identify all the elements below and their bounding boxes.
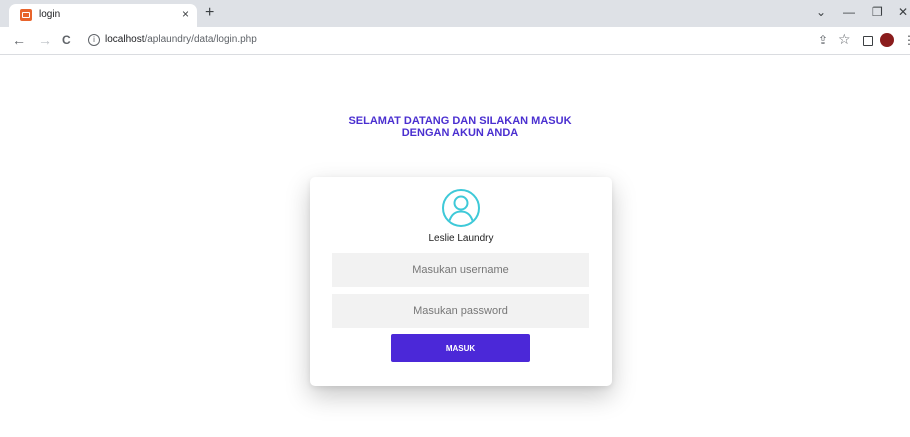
- close-window-icon[interactable]: ✕: [898, 5, 908, 19]
- site-info-icon[interactable]: i: [88, 34, 100, 46]
- menu-icon[interactable]: ⋮: [903, 32, 910, 48]
- share-icon[interactable]: ⇪: [818, 32, 828, 48]
- login-button[interactable]: MASUK: [391, 334, 530, 362]
- url-host: localhost: [105, 34, 145, 45]
- url-path: /aplaundry/data/login.php: [144, 34, 257, 45]
- tab-close-icon[interactable]: ×: [182, 7, 189, 21]
- favicon-icon: [20, 9, 32, 21]
- login-card: Leslie Laundry MASUK: [310, 177, 612, 386]
- tab-search-icon[interactable]: ⌄: [816, 5, 826, 19]
- user-circle-icon: [442, 189, 480, 227]
- welcome-heading-line2: DENGAN AKUN ANDA: [401, 127, 519, 139]
- profile-avatar[interactable]: [880, 33, 894, 47]
- browser-toolbar: ← → C i localhost/aplaundry/data/login.p…: [0, 27, 910, 55]
- reload-button[interactable]: C: [62, 32, 71, 48]
- password-input[interactable]: [332, 294, 589, 328]
- brand-name: Leslie Laundry: [428, 233, 494, 244]
- bookmark-star-icon[interactable]: ☆: [838, 31, 851, 47]
- username-input[interactable]: [332, 253, 589, 287]
- browser-tab[interactable]: login ×: [9, 4, 197, 27]
- tab-strip: login × + ⌄ — ❐ ✕: [0, 0, 910, 27]
- side-panel-icon[interactable]: [863, 36, 873, 46]
- restore-icon[interactable]: ❐: [872, 5, 883, 19]
- tab-title: login: [39, 9, 61, 20]
- minimize-icon[interactable]: —: [843, 5, 855, 19]
- forward-button[interactable]: →: [38, 32, 52, 48]
- welcome-heading: SELAMAT DATANG DAN SILAKAN MASUK DENGAN …: [330, 115, 590, 139]
- new-tab-button[interactable]: +: [205, 4, 214, 22]
- address-bar[interactable]: localhost/aplaundry/data/login.php: [105, 34, 257, 45]
- welcome-heading-line1: SELAMAT DATANG DAN SILAKAN MASUK: [348, 115, 572, 127]
- back-button[interactable]: ←: [12, 32, 26, 48]
